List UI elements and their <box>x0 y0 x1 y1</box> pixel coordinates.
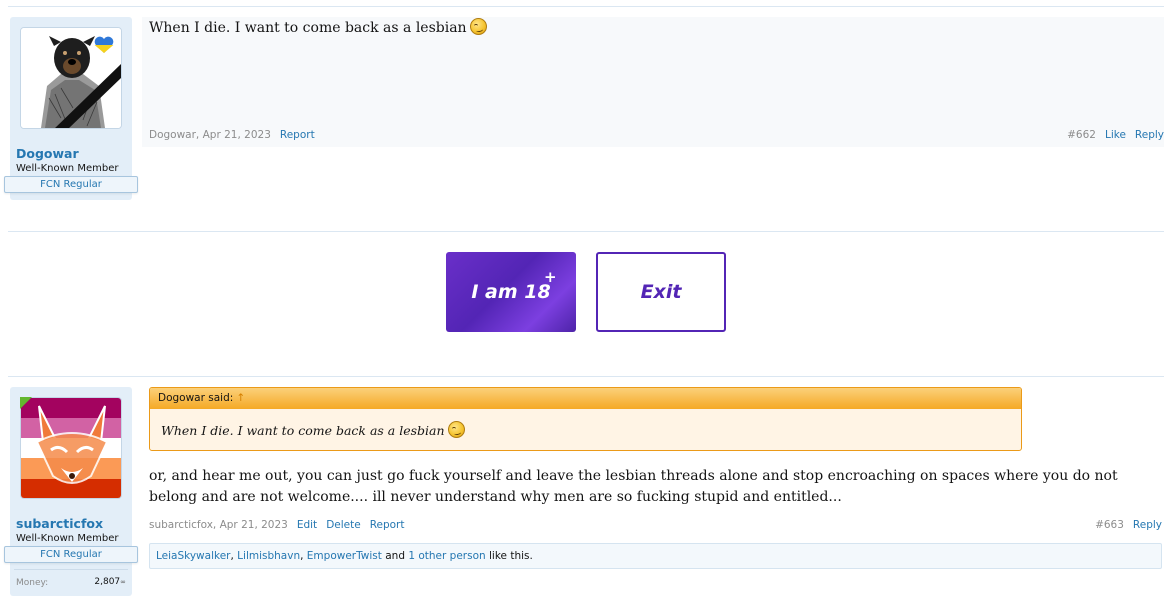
quote-text: When I die. I want to come back as a les… <box>161 423 445 438</box>
message-body: When I die. I want to come back as a les… <box>142 17 1164 147</box>
money-label: Money: <box>16 578 49 588</box>
message-text: or, and hear me out, you can just go fuc… <box>149 468 1118 505</box>
reply-link[interactable]: Reply <box>1135 129 1164 141</box>
age-confirm-button[interactable]: I am 18 + <box>446 252 576 332</box>
avatar[interactable] <box>20 27 122 129</box>
exit-label: Exit <box>640 281 682 303</box>
likes-bar: LeiaSkywalker, Lilmisbhavn, EmpowerTwist… <box>149 543 1162 569</box>
quote-jump-arrow-icon[interactable]: ↑ <box>236 392 245 404</box>
divider-after-gate <box>8 376 1164 377</box>
post-meta[interactable]: subarcticfox, Apr 21, 2023 <box>149 519 288 531</box>
liker-link[interactable]: LeiaSkywalker <box>156 550 230 562</box>
confused-smiley-icon <box>447 421 465 438</box>
likes-separator: , <box>300 550 307 562</box>
top-divider <box>8 6 1164 7</box>
post-number[interactable]: #662 <box>1067 129 1096 141</box>
divider-before-gate <box>8 231 1164 232</box>
quote-body: When I die. I want to come back as a les… <box>150 409 1021 438</box>
currency-icon: ∞ <box>120 578 126 586</box>
user-panel: Dogowar Well-Known Member FCN Regular <box>4 17 138 200</box>
money-value: 2,807∞ <box>94 577 126 587</box>
message-footer: Dogowar, Apr 21, 2023 Report #662 Like Repl… <box>149 129 1164 143</box>
exit-button[interactable]: Exit <box>596 252 726 332</box>
likes-others-link[interactable]: 1 other person <box>408 550 485 562</box>
age-confirm-label: I am 18 <box>471 281 551 303</box>
report-link[interactable]: Report <box>280 129 315 141</box>
edit-link[interactable]: Edit <box>297 519 317 531</box>
online-indicator <box>20 397 32 409</box>
ukraine-heart-icon <box>94 36 114 53</box>
like-link[interactable]: Like <box>1105 129 1126 141</box>
fox-lesbian-flag-avatar-icon <box>21 398 121 498</box>
user-banner: FCN Regular <box>4 176 138 193</box>
liker-link[interactable]: Lilmisbhavn <box>237 550 300 562</box>
quote-author[interactable]: Dogowar said: <box>158 392 233 404</box>
username[interactable]: subarcticfox <box>16 516 103 531</box>
likes-suffix: like this. <box>485 550 533 562</box>
message-text: When I die. I want to come back as a les… <box>149 18 487 39</box>
reply-link[interactable]: Reply <box>1133 519 1162 531</box>
age-confirm-plus: + <box>544 268 557 286</box>
money-divider <box>14 569 128 570</box>
liker-link[interactable]: EmpowerTwist <box>307 550 382 562</box>
confused-smiley-icon <box>469 18 487 35</box>
user-panel: subarcticfox Well-Known Member FCN Regul… <box>4 387 138 596</box>
post-number[interactable]: #663 <box>1095 519 1124 531</box>
message-footer: subarcticfox, Apr 21, 2023 Edit Delete Repo… <box>149 519 1162 533</box>
quote-block: Dogowar said: ↑ When I die. I want to com… <box>149 387 1022 451</box>
delete-link[interactable]: Delete <box>326 519 361 531</box>
username[interactable]: Dogowar <box>16 146 79 161</box>
money-amount: 2,807 <box>94 577 121 587</box>
message-text-content: When I die. I want to come back as a les… <box>149 20 467 36</box>
user-title: Well-Known Member <box>16 533 119 544</box>
user-banner: FCN Regular <box>4 546 138 563</box>
quote-header[interactable]: Dogowar said: ↑ <box>150 388 1021 409</box>
avatar[interactable] <box>20 397 122 499</box>
post-meta[interactable]: Dogowar, Apr 21, 2023 <box>149 129 271 141</box>
report-link[interactable]: Report <box>370 519 405 531</box>
user-title: Well-Known Member <box>16 163 119 174</box>
likes-and: and <box>381 550 409 562</box>
